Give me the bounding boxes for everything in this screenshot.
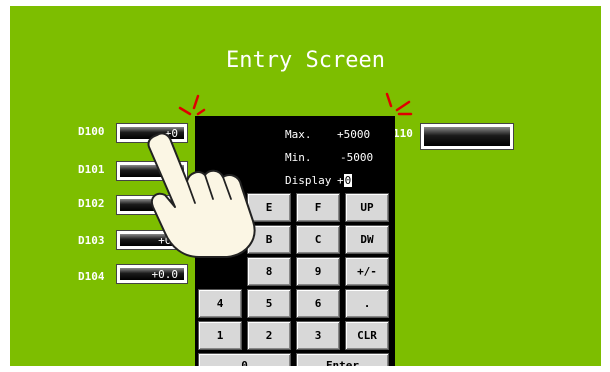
display-label: Display [285,174,332,187]
display-value: +0 [337,174,353,187]
key-2[interactable]: 2 [247,321,291,350]
key-enter[interactable]: Enter [296,353,389,366]
key-4[interactable]: 4 [198,289,242,318]
register-field-d104[interactable]: +0.0 [116,264,188,284]
register-field-right[interactable] [420,123,514,150]
key-f[interactable]: F [296,193,340,222]
register-label-d102: D102 [78,197,105,210]
register-value-right [424,127,510,146]
key-clr[interactable]: CLR [345,321,389,350]
register-label-d103: D103 [78,234,105,247]
key-up[interactable]: UP [345,193,389,222]
touch-spark-left-icon [178,94,206,116]
key-dot[interactable]: . [345,289,389,318]
register-label-d100: D100 [78,125,105,138]
register-label-right: 110 [393,127,413,140]
display-cursor: 0 [343,174,353,187]
touch-spark-right-icon [385,92,413,116]
screen-title: Entry Screen [226,48,385,73]
max-value: +5000 [337,128,371,141]
min-value: -5000 [340,151,374,164]
key-9[interactable]: 9 [296,257,340,286]
key-c[interactable]: C [296,225,340,254]
key-plus-minus[interactable]: +/- [345,257,389,286]
key-6[interactable]: 6 [296,289,340,318]
display-prefix: + [337,174,344,187]
register-label-d101: D101 [78,163,105,176]
key-0[interactable]: 0 [198,353,291,366]
max-label: Max. [285,128,312,141]
hmi-screen: Entry Screen D100 +0 D101 +0 D102 +0 D10… [10,6,601,366]
key-1[interactable]: 1 [198,321,242,350]
key-3[interactable]: 3 [296,321,340,350]
register-value-d104: +0.0 [120,268,184,281]
key-5[interactable]: 5 [247,289,291,318]
key-8[interactable]: 8 [247,257,291,286]
pointing-hand-icon [147,132,256,258]
min-label: Min. [285,151,312,164]
key-dw[interactable]: DW [345,225,389,254]
register-label-d104: D104 [78,270,105,283]
